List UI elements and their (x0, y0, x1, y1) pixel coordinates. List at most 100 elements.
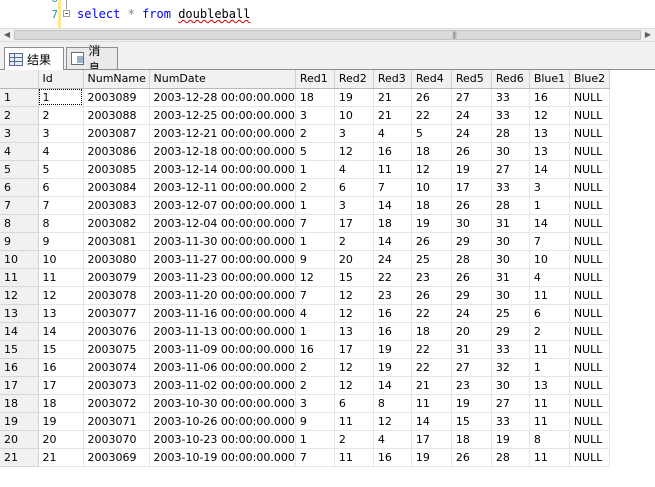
cell-red1[interactable]: 1 (295, 232, 335, 251)
cell-numdate[interactable]: 2003-12-18 00:00:00.000 (149, 142, 296, 161)
column-header-numname[interactable]: NumName (83, 70, 150, 89)
cell-red3[interactable]: 19 (373, 340, 412, 359)
tab-messages[interactable]: 消息 (66, 44, 118, 75)
cell-red5[interactable]: 18 (451, 430, 492, 449)
cell-red1[interactable]: 2 (295, 178, 335, 197)
cell-blue1[interactable]: 14 (529, 160, 570, 179)
cell-red3[interactable]: 22 (373, 268, 412, 287)
cell-numdate[interactable]: 2003-12-14 00:00:00.000 (149, 160, 296, 179)
cell-red4[interactable]: 19 (411, 448, 452, 467)
tab-results[interactable]: 结果 (4, 47, 64, 70)
table-row[interactable]: 5 5 2003085 2003-12-14 00:00:00.000 1 4 11 12 19… (0, 160, 610, 179)
table-row[interactable]: 9 9 2003081 2003-11-30 00:00:00.000 1 2 14 26 29… (0, 232, 610, 251)
cell-blue2[interactable]: NULL (569, 340, 610, 359)
cell-red2[interactable]: 11 (334, 412, 374, 431)
cell-red2[interactable]: 6 (334, 394, 374, 413)
cell-red3[interactable]: 7 (373, 178, 412, 197)
cell-numdate[interactable]: 2003-11-27 00:00:00.000 (149, 250, 296, 269)
cell-blue2[interactable]: NULL (569, 142, 610, 161)
cell-red1[interactable]: 9 (295, 250, 335, 269)
cell-red2[interactable]: 19 (334, 88, 374, 107)
row-number[interactable]: 8 (0, 214, 39, 233)
cell-id[interactable]: 3 (38, 124, 84, 143)
cell-id[interactable]: 20 (38, 430, 84, 449)
cell-red3[interactable]: 18 (373, 214, 412, 233)
cell-red5[interactable]: 19 (451, 394, 492, 413)
row-number[interactable]: 6 (0, 178, 39, 197)
cell-numdate[interactable]: 2003-12-25 00:00:00.000 (149, 106, 296, 125)
row-number[interactable]: 2 (0, 106, 39, 125)
cell-blue2[interactable]: NULL (569, 286, 610, 305)
cell-red6[interactable]: 32 (491, 358, 530, 377)
results-grid[interactable]: Id NumName NumDate Red1 Red2 Red3 Red4 Red5 Red6… (0, 70, 655, 487)
cell-id[interactable]: 10 (38, 250, 84, 269)
cell-id[interactable]: 16 (38, 358, 84, 377)
column-header-blue1[interactable]: Blue1 (529, 70, 570, 89)
table-row[interactable]: 16 16 2003074 2003-11-06 00:00:00.000 2 12 19 2… (0, 358, 610, 377)
cell-red6[interactable]: 30 (491, 376, 530, 395)
column-header-id[interactable]: Id (38, 70, 84, 89)
cell-red3[interactable]: 8 (373, 394, 412, 413)
cell-red2[interactable]: 17 (334, 340, 374, 359)
cell-id[interactable]: 12 (38, 286, 84, 305)
cell-red3[interactable]: 16 (373, 448, 412, 467)
cell-blue2[interactable]: NULL (569, 268, 610, 287)
cell-blue2[interactable]: NULL (569, 232, 610, 251)
cell-red2[interactable]: 3 (334, 196, 374, 215)
cell-numname[interactable]: 2003080 (83, 250, 150, 269)
cell-blue1[interactable]: 1 (529, 358, 570, 377)
cell-red1[interactable]: 3 (295, 394, 335, 413)
cell-red3[interactable]: 14 (373, 376, 412, 395)
cell-red5[interactable]: 15 (451, 412, 492, 431)
cell-red3[interactable]: 14 (373, 196, 412, 215)
row-number[interactable]: 15 (0, 340, 39, 359)
cell-red6[interactable]: 33 (491, 88, 530, 107)
cell-id[interactable]: 14 (38, 322, 84, 341)
cell-red1[interactable]: 2 (295, 376, 335, 395)
cell-blue2[interactable]: NULL (569, 358, 610, 377)
cell-red3[interactable]: 23 (373, 286, 412, 305)
cell-red1[interactable]: 7 (295, 286, 335, 305)
table-row[interactable]: 12 12 2003078 2003-11-20 00:00:00.000 7 12 23 2… (0, 286, 610, 305)
table-row[interactable]: 7 7 2003083 2003-12-07 00:00:00.000 1 3 14 18 26… (0, 196, 610, 215)
row-number-header[interactable] (0, 70, 39, 89)
cell-numname[interactable]: 2003081 (83, 232, 150, 251)
cell-red6[interactable]: 33 (491, 340, 530, 359)
column-header-red2[interactable]: Red2 (334, 70, 374, 89)
column-header-red4[interactable]: Red4 (411, 70, 452, 89)
cell-blue2[interactable]: NULL (569, 412, 610, 431)
cell-numdate[interactable]: 2003-10-23 00:00:00.000 (149, 430, 296, 449)
column-header-red1[interactable]: Red1 (295, 70, 335, 89)
cell-red2[interactable]: 12 (334, 376, 374, 395)
row-number[interactable]: 10 (0, 250, 39, 269)
cell-numdate[interactable]: 2003-11-06 00:00:00.000 (149, 358, 296, 377)
cell-numdate[interactable]: 2003-11-02 00:00:00.000 (149, 376, 296, 395)
cell-numname[interactable]: 2003071 (83, 412, 150, 431)
cell-numname[interactable]: 2003085 (83, 160, 150, 179)
cell-red4[interactable]: 21 (411, 376, 452, 395)
cell-red4[interactable]: 26 (411, 88, 452, 107)
cell-blue1[interactable]: 11 (529, 448, 570, 467)
cell-red1[interactable]: 2 (295, 358, 335, 377)
cell-id[interactable]: 13 (38, 304, 84, 323)
editor-horizontal-scrollbar[interactable]: ◀ ||| ▶ (0, 28, 655, 42)
cell-red2[interactable]: 2 (334, 232, 374, 251)
cell-red5[interactable]: 23 (451, 376, 492, 395)
cell-red3[interactable]: 21 (373, 106, 412, 125)
cell-id[interactable]: 6 (38, 178, 84, 197)
cell-numname[interactable]: 2003078 (83, 286, 150, 305)
cell-red1[interactable]: 7 (295, 214, 335, 233)
cell-blue2[interactable]: NULL (569, 124, 610, 143)
cell-red6[interactable]: 27 (491, 160, 530, 179)
cell-numname[interactable]: 2003069 (83, 448, 150, 467)
cell-red1[interactable]: 9 (295, 412, 335, 431)
row-number[interactable]: 4 (0, 142, 39, 161)
cell-red3[interactable]: 16 (373, 304, 412, 323)
scroll-right-icon[interactable]: ▶ (641, 29, 655, 41)
table-row[interactable]: 14 14 2003076 2003-11-13 00:00:00.000 1 13 16 1… (0, 322, 610, 341)
row-number[interactable]: 13 (0, 304, 39, 323)
cell-red6[interactable]: 30 (491, 250, 530, 269)
cell-id[interactable]: 2 (38, 106, 84, 125)
cell-numname[interactable]: 2003070 (83, 430, 150, 449)
cell-red5[interactable]: 26 (451, 142, 492, 161)
